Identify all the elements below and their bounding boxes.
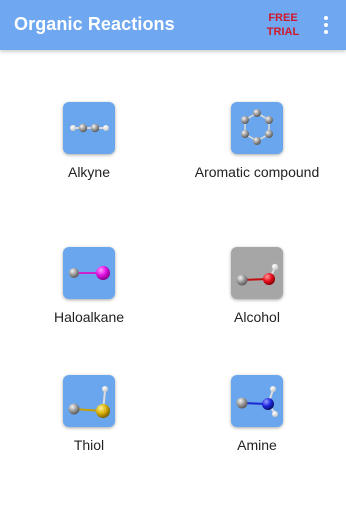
- grid-item-alkyne[interactable]: Alkyne: [14, 102, 164, 182]
- alcohol-molecule-icon: [231, 247, 283, 299]
- grid-item-haloalkane[interactable]: Haloalkane: [14, 247, 164, 327]
- haloalkane-molecule-icon: [63, 247, 115, 299]
- free-trial-button[interactable]: FREE TRIAL: [262, 11, 304, 39]
- grid-item-label: Alcohol: [234, 309, 280, 325]
- grid-item-thiol[interactable]: Thiol: [14, 375, 164, 455]
- overflow-menu-button[interactable]: [316, 14, 336, 36]
- benzene-ring-icon: [231, 102, 283, 154]
- grid-item-label: Aromatic compound: [194, 164, 320, 180]
- grid-item-label: Amine: [237, 437, 277, 453]
- thiol-molecule-icon: [63, 375, 115, 427]
- alkyne-molecule-icon: [63, 102, 115, 154]
- grid-item-alcohol[interactable]: Alcohol: [182, 247, 332, 327]
- app-bar: Organic Reactions FREE TRIAL: [0, 0, 346, 50]
- grid-item-aromatic-compound[interactable]: Aromatic compound: [182, 102, 332, 198]
- grid-item-label: Alkyne: [67, 164, 111, 180]
- grid-item-amine[interactable]: Amine: [182, 375, 332, 455]
- grid-item-label: Thiol: [73, 437, 105, 453]
- free-trial-line2: TRIAL: [266, 26, 300, 38]
- app-title: Organic Reactions: [14, 14, 175, 34]
- amine-molecule-icon: [231, 375, 283, 427]
- grid-item-label: Haloalkane: [53, 309, 125, 325]
- free-trial-line1: FREE: [268, 12, 298, 24]
